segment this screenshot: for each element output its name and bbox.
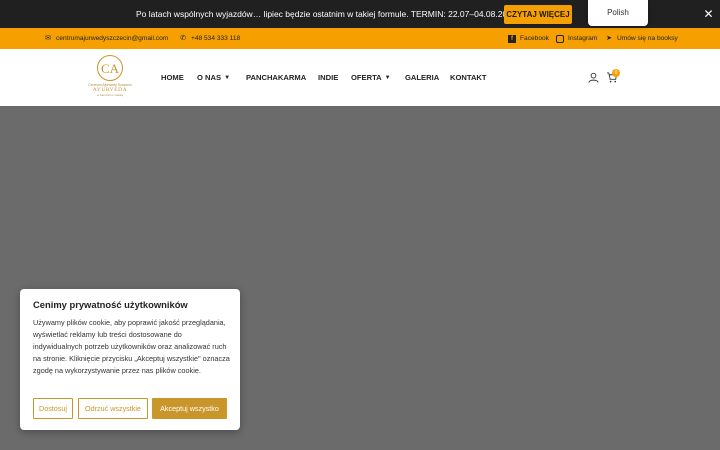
facebook-text: Facebook (520, 35, 549, 42)
instagram-link[interactable]: Instagram (556, 28, 597, 49)
nav-contact-label: KONTAKT (450, 73, 487, 82)
nav-contact[interactable]: KONTAKT (450, 73, 487, 82)
booksy-text: Umów się na booksy (617, 35, 678, 42)
email-link[interactable]: ✉ centrumajurwedyszczecin@gmail.com (44, 28, 168, 49)
phone-text: +48 534 333 118 (191, 35, 241, 42)
facebook-link[interactable]: f Facebook (508, 28, 549, 49)
nav-about-label: O NAS (197, 73, 222, 82)
logo-monogram: CA (97, 55, 123, 81)
nav-about[interactable]: O NAS ▼ (197, 73, 230, 82)
nav-panchakarma[interactable]: PANCHAKARMA (246, 73, 306, 82)
nav-gallery[interactable]: GALERIA (405, 73, 439, 82)
nav-panchakarma-label: PANCHAKARMA (246, 73, 307, 82)
phone-icon: ✆ (180, 34, 186, 42)
cart-count-badge: 0 (612, 69, 620, 77)
customize-button[interactable]: Dostosuj (33, 398, 73, 419)
booksy-link[interactable]: ➤ Umów się na booksy (605, 28, 678, 49)
nav-india[interactable]: INDIE (318, 73, 338, 82)
cookie-body: Używamy plików cookie, aby poprawić jako… (33, 318, 230, 375)
nav-offer-label: OFERTA (351, 73, 382, 82)
accept-all-button[interactable]: Akceptuj wszystko (152, 398, 227, 419)
user-icon[interactable] (588, 72, 599, 83)
instagram-icon (556, 34, 564, 43)
nav-home-label: HOME (161, 73, 184, 82)
caret-down-icon: ▼ (224, 74, 231, 81)
nav-india-label: INDIE (318, 73, 339, 82)
email-text: centrumajurwedyszczecin@gmail.com (56, 35, 169, 42)
close-icon[interactable]: ✕ (702, 8, 715, 21)
contact-bar: ✉ centrumajurwedyszczecin@gmail.com ✆ +4… (0, 28, 720, 49)
send-icon: ➤ (606, 34, 612, 42)
instagram-text: Instagram (568, 35, 598, 42)
cookie-title: Cenimy prywatność użytkowników (33, 299, 188, 310)
nav-offer[interactable]: OFERTA ▼ (351, 73, 391, 82)
envelope-icon: ✉ (45, 34, 51, 42)
phone-link[interactable]: ✆ +48 534 333 118 (179, 28, 240, 49)
reject-all-button[interactable]: Odrzuć wszystkie (78, 398, 148, 419)
site-logo[interactable]: CA Centrum Ajurwedy Szczecin AYURVEDA w … (86, 55, 134, 99)
caret-down-icon: ▼ (384, 74, 391, 81)
nav-home[interactable]: HOME (161, 73, 184, 82)
cookie-consent-dialog: Cenimy prywatność użytkowników Używamy p… (20, 289, 240, 430)
announcement-message: Po latach wspólnych wyjazdów… lipiec będ… (136, 9, 517, 19)
read-more-button[interactable]: CZYTAJ WIĘCEJ (504, 5, 572, 24)
logo-tagline-bottom: w harmonii z naturą (96, 93, 124, 97)
nav-gallery-label: GALERIA (405, 73, 440, 82)
facebook-icon: f (508, 34, 516, 43)
language-selector[interactable]: Polish (588, 0, 648, 26)
